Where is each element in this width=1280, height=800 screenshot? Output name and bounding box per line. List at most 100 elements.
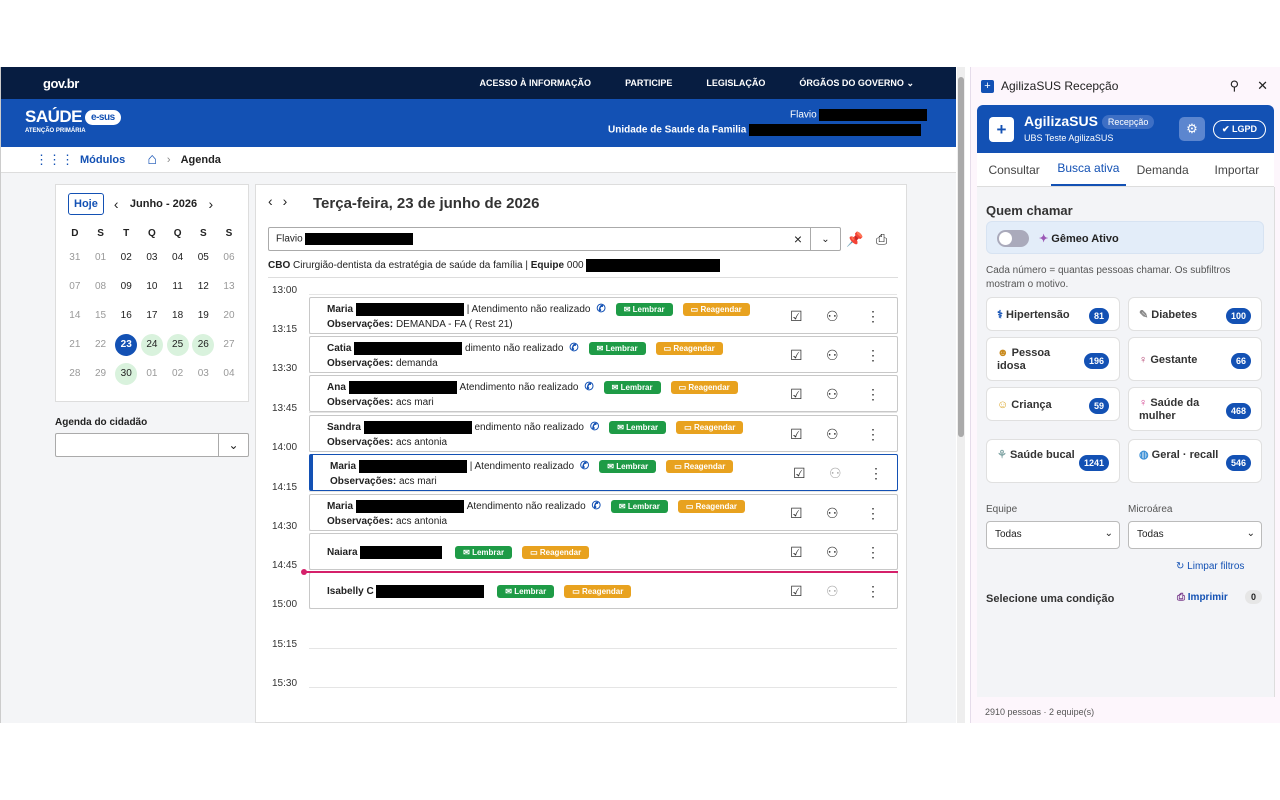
condition-3[interactable]: ☻ Pessoa idosa 196 — [986, 337, 1120, 381]
calendar-day[interactable]: 30 — [113, 359, 139, 388]
calendar-day[interactable]: 15 — [88, 301, 114, 330]
calendar-day[interactable]: 12 — [190, 272, 216, 301]
govbr-logo[interactable]: gov.br — [43, 76, 79, 91]
lembrar-button[interactable]: ✉ Lembrar — [497, 585, 555, 598]
more-options-icon[interactable]: ⋮ — [866, 308, 880, 325]
lembrar-button[interactable]: ✉ Lembrar — [615, 302, 673, 316]
more-options-icon[interactable]: ⋮ — [866, 505, 880, 522]
calendar-day[interactable]: 28 — [62, 359, 88, 388]
equipe-select[interactable]: Todas ⌄ — [986, 521, 1120, 549]
checklist-icon[interactable]: ☑ — [790, 386, 803, 403]
calendar-day[interactable]: 17 — [139, 301, 165, 330]
calendar-day[interactable]: 31 — [62, 243, 88, 272]
day-nav-icons[interactable]: ‹› — [268, 193, 297, 209]
calendar-day[interactable]: 22 — [88, 330, 114, 359]
gear-icon[interactable]: ⚙ — [1179, 117, 1205, 141]
imprimir-button[interactable]: ⎙ Imprimir — [1177, 592, 1228, 603]
gemeo-ativo-toggle[interactable]: ✦ Gêmeo Ativo — [986, 221, 1264, 254]
agenda-cidadao-select[interactable]: ⌄ — [55, 433, 249, 457]
reagendar-button[interactable]: ▭ Reagendar — [682, 302, 750, 316]
calendar-day[interactable]: 02 — [113, 243, 139, 272]
modulos-button[interactable]: Módulos — [80, 154, 125, 166]
calendar-day[interactable]: 13 — [216, 272, 242, 301]
user-alert-icon[interactable]: ⚇ — [826, 583, 839, 600]
tab-demanda[interactable]: Demanda — [1126, 163, 1200, 186]
tab-importar[interactable]: Importar — [1200, 163, 1274, 186]
phone-icon[interactable]: ✆ — [596, 303, 605, 315]
reagendar-button[interactable]: ▭ Reagendar — [655, 341, 723, 355]
calendar-day[interactable]: 04 — [216, 359, 242, 388]
appointment-row[interactable]: Isabelly C ✉ Lembrar ▭ Reagendar ☑ ⚇ ⋮ — [309, 572, 898, 609]
calendar-day[interactable]: 20 — [216, 301, 242, 330]
unit-name[interactable]: Unidade de Saude da Familia — [608, 124, 922, 136]
appointment-row[interactable]: Naiara ✉ Lembrar ▭ Reagendar ☑ ⚇ ⋮ — [309, 533, 898, 570]
more-options-icon[interactable]: ⋮ — [866, 426, 880, 443]
calendar-day[interactable]: 10 — [139, 272, 165, 301]
prev-month-icon[interactable]: ‹ — [114, 196, 119, 212]
calendar-day[interactable]: 14 — [62, 301, 88, 330]
checklist-icon[interactable]: ☑ — [790, 426, 803, 443]
calendar-day[interactable]: 25 — [165, 330, 191, 359]
condition-8[interactable]: ◍ Geral · recall 546 — [1128, 439, 1262, 483]
link-participe[interactable]: PARTICIPE — [625, 78, 672, 88]
calendar-day[interactable]: 09 — [113, 272, 139, 301]
close-icon[interactable]: ✕ — [1257, 78, 1268, 94]
user-alert-icon[interactable]: ⚇ — [826, 308, 839, 325]
calendar-day[interactable]: 01 — [139, 359, 165, 388]
lembrar-button[interactable]: ✉ Lembrar — [455, 546, 513, 559]
condition-4[interactable]: ♀ Gestante 66 — [1128, 337, 1262, 381]
user-alert-icon[interactable]: ⚇ — [829, 465, 842, 482]
checklist-icon[interactable]: ☑ — [790, 544, 803, 561]
lembrar-button[interactable]: ✉ Lembrar — [603, 380, 661, 394]
calendar-day[interactable]: 08 — [88, 272, 114, 301]
condition-5[interactable]: ☺ Criança 59 — [986, 387, 1120, 421]
checklist-icon[interactable]: ☑ — [790, 347, 803, 364]
calendar-day[interactable]: 03 — [139, 243, 165, 272]
print-icon[interactable]: ⎙ — [876, 231, 887, 248]
phone-icon[interactable]: ✆ — [580, 460, 589, 472]
link-acesso-informacao[interactable]: ACESSO À INFORMAÇÃO — [480, 78, 592, 88]
appointment-row[interactable]: Maria | Atendimento realizado ✆ ✉ Lembrar ▭… — [309, 454, 898, 491]
reagendar-button[interactable]: ▭ Reagendar — [677, 499, 745, 513]
calendar-day[interactable]: 04 — [165, 243, 191, 272]
checklist-icon[interactable]: ☑ — [793, 465, 806, 482]
unpin-icon[interactable]: ⚲ — [1230, 78, 1240, 94]
calendar-day[interactable]: 23 — [113, 330, 139, 359]
saude-logo[interactable]: SAÚDE e-sus ATENÇÃO PRIMÁRIA — [25, 107, 121, 134]
appointment-row[interactable]: Maria | Atendimento não realizado ✆ ✉ Lemb… — [309, 297, 898, 334]
reagendar-button[interactable]: ▭ Reagendar — [564, 585, 632, 598]
user-alert-icon[interactable]: ⚇ — [826, 426, 839, 443]
reagendar-button[interactable]: ▭ Reagendar — [522, 546, 590, 559]
more-options-icon[interactable]: ⋮ — [866, 386, 880, 403]
professional-select[interactable]: Flavio × ⌄ — [268, 227, 841, 251]
user-menu[interactable]: Flavio — [790, 109, 928, 121]
phone-icon[interactable]: ✆ — [590, 421, 599, 433]
calendar-day[interactable]: 29 — [88, 359, 114, 388]
chevron-down-icon[interactable]: ⌄ — [218, 434, 248, 456]
lembrar-button[interactable]: ✉ Lembrar — [609, 420, 667, 434]
calendar-day[interactable]: 03 — [190, 359, 216, 388]
phone-icon[interactable]: ✆ — [584, 381, 593, 393]
condition-6[interactable]: ♀ Saúde da mulher 468 — [1128, 387, 1262, 431]
lgpd-button[interactable]: ✔ LGPD — [1213, 120, 1267, 139]
link-orgaos-governo[interactable]: ÓRGÃOS DO GOVERNO ⌄ — [799, 78, 914, 89]
link-legislacao[interactable]: LEGISLAÇÃO — [706, 78, 765, 88]
lembrar-button[interactable]: ✉ Lembrar — [610, 499, 668, 513]
reagendar-button[interactable]: ▭ Reagendar — [666, 459, 734, 473]
appointment-row[interactable]: Catia dimento não realizado ✆ ✉ Lembrar ▭ R… — [309, 336, 898, 373]
home-icon[interactable]: ⌂ — [147, 151, 157, 169]
user-alert-icon[interactable]: ⚇ — [826, 347, 839, 364]
microarea-select[interactable]: Todas ⌄ — [1128, 521, 1262, 549]
calendar-day[interactable]: 19 — [190, 301, 216, 330]
next-month-icon[interactable]: › — [209, 196, 214, 212]
user-alert-icon[interactable]: ⚇ — [826, 386, 839, 403]
more-options-icon[interactable]: ⋮ — [866, 583, 880, 600]
phone-icon[interactable]: ✆ — [569, 342, 578, 354]
today-button[interactable]: Hoje — [68, 193, 104, 215]
more-options-icon[interactable]: ⋮ — [866, 347, 880, 364]
checklist-icon[interactable]: ☑ — [790, 308, 803, 325]
user-alert-icon[interactable]: ⚇ — [826, 544, 839, 561]
lembrar-button[interactable]: ✉ Lembrar — [588, 341, 646, 355]
chevron-down-icon[interactable]: ⌄ — [810, 228, 840, 250]
grid-icon[interactable]: ⋮⋮⋮ — [35, 152, 74, 168]
